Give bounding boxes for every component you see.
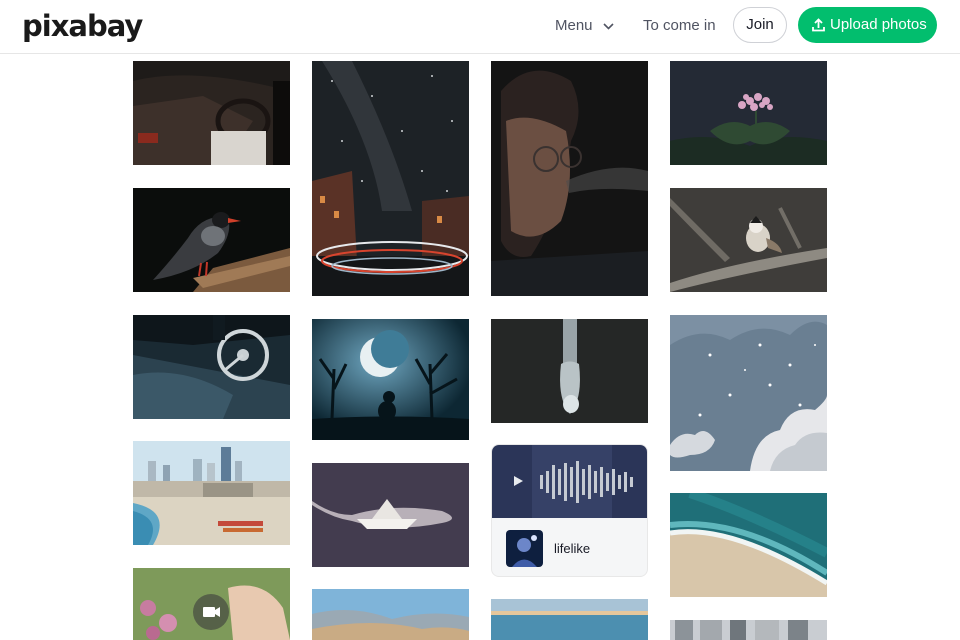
- photo-beach-city: [133, 441, 290, 545]
- photo-tile-car-driver[interactable]: [133, 61, 290, 165]
- upload-label: Upload photos: [830, 16, 927, 33]
- photo-desert-dunes: [312, 589, 469, 640]
- photo-tile-moon-cat[interactable]: [312, 319, 469, 440]
- illustration-clouds-stars: [670, 315, 827, 471]
- photo-steering-wheel: [133, 315, 290, 419]
- video-camera-icon: [203, 607, 220, 617]
- top-navigation: pixabay Menu To come in Join Upload phot…: [0, 0, 960, 54]
- photo-tile-paper-boat-spoon[interactable]: [312, 463, 469, 567]
- join-button[interactable]: Join: [733, 7, 787, 43]
- photo-tile-water-drop[interactable]: [491, 319, 648, 423]
- photo-tile-sea-horizon[interactable]: [491, 599, 648, 640]
- photo-aerial-beach: [670, 493, 827, 597]
- photo-tit-bird-branch: [670, 188, 827, 292]
- video-badge: [193, 594, 229, 630]
- photo-tile-man-glasses[interactable]: [491, 61, 648, 296]
- photo-tile-desert-dunes[interactable]: [312, 589, 469, 640]
- photo-buildings: [670, 620, 827, 640]
- upload-photos-button[interactable]: Upload photos: [798, 7, 937, 43]
- photo-tile-beach-city[interactable]: [133, 441, 290, 545]
- audio-card[interactable]: lifelike: [491, 444, 648, 577]
- photo-car-driver: [133, 61, 290, 165]
- photo-tile-pink-flower-night[interactable]: [670, 61, 827, 165]
- chevron-down-icon: [603, 22, 614, 30]
- photo-tile-buildings[interactable]: [670, 620, 827, 640]
- photo-paper-boat-spoon: [312, 463, 469, 567]
- pixabay-logo[interactable]: pixabay: [22, 6, 143, 46]
- photo-sea-horizon: [491, 599, 648, 640]
- play-icon[interactable]: [512, 475, 524, 487]
- photo-tile-aerial-beach[interactable]: [670, 493, 827, 597]
- photo-tile-tern-bird[interactable]: [133, 188, 290, 292]
- login-link[interactable]: To come in: [643, 16, 716, 36]
- photo-tern-bird: [133, 188, 290, 292]
- photo-man-glasses: [491, 61, 648, 296]
- photo-tile-steering-wheel[interactable]: [133, 315, 290, 419]
- audio-preview[interactable]: [492, 445, 647, 518]
- artist-name[interactable]: lifelike: [554, 541, 590, 556]
- menu-button[interactable]: Menu: [555, 16, 614, 36]
- photo-pink-flower-night: [670, 61, 827, 165]
- illustration-tile-clouds-stars[interactable]: [670, 315, 827, 471]
- photo-water-drop: [491, 319, 648, 423]
- photo-milky-way-street: [312, 61, 469, 296]
- video-tile-flowers[interactable]: [133, 568, 290, 640]
- artist-avatar[interactable]: [506, 530, 543, 567]
- photo-tile-tit-bird-branch[interactable]: [670, 188, 827, 292]
- photo-tile-milky-way-street[interactable]: [312, 61, 469, 296]
- menu-label: Menu: [555, 17, 593, 34]
- upload-icon: [812, 18, 825, 32]
- photo-moon-cat: [312, 319, 469, 440]
